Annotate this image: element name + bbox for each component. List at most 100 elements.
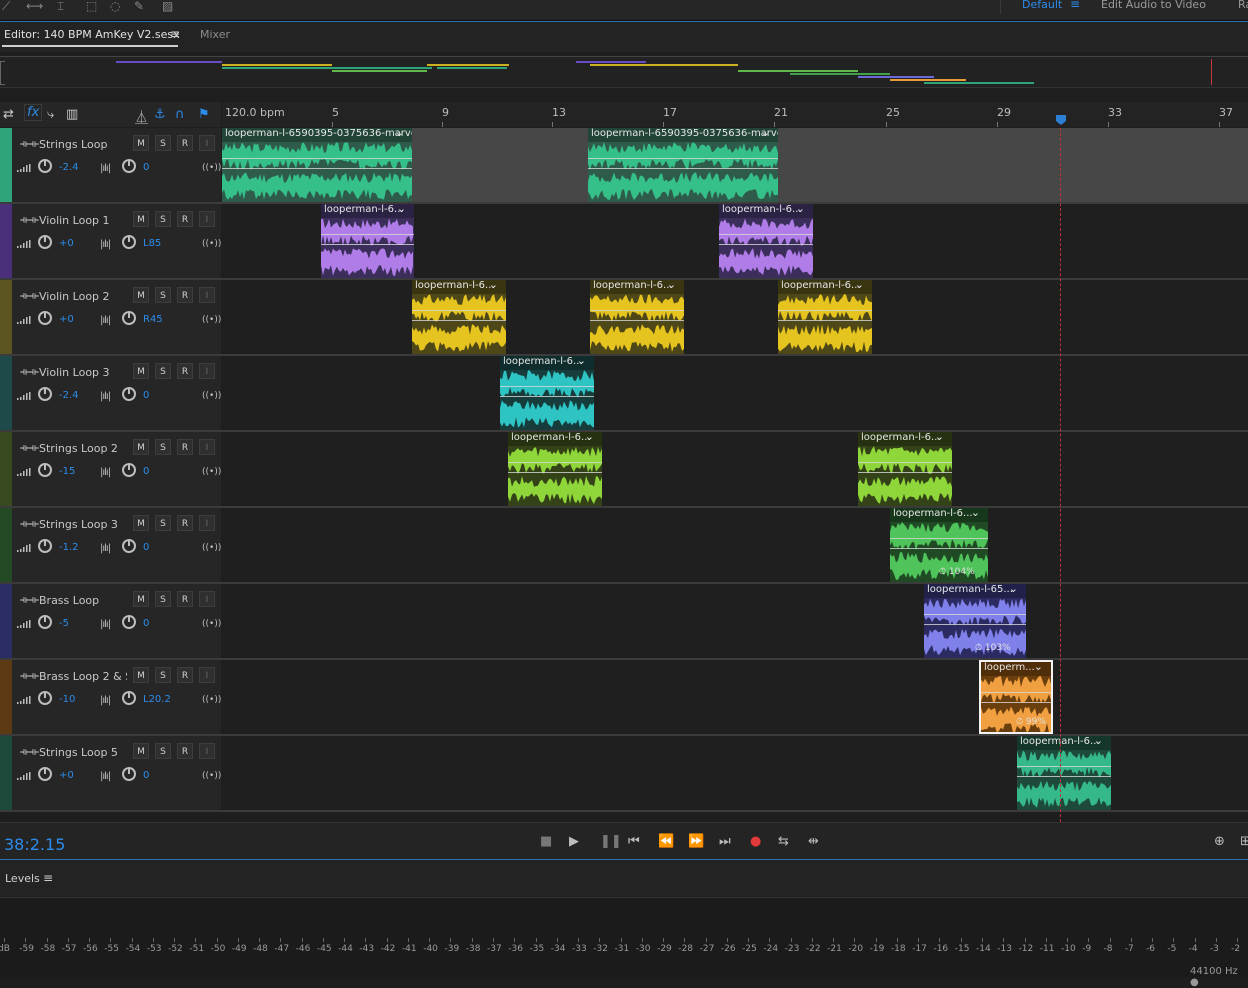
volume-envelope[interactable] [500, 386, 594, 387]
workspace-edit-audio-to-video[interactable]: Edit Audio to Video [1101, 0, 1206, 11]
pan-envelope[interactable] [508, 472, 602, 473]
workspace-radio[interactable]: Ra [1238, 0, 1248, 11]
metronome-icon[interactable]: ⏅ [135, 107, 148, 126]
play-button[interactable]: ▶ [569, 834, 579, 849]
pan-value[interactable]: L20.2 [143, 694, 171, 705]
volume-knob[interactable] [38, 539, 52, 553]
track-name[interactable]: Strings Loop 2 [39, 442, 127, 455]
clip-menu-icon[interactable]: ⌄ [585, 432, 594, 443]
volume-envelope[interactable] [981, 692, 1051, 693]
clip-menu-icon[interactable]: ⌄ [761, 128, 770, 139]
solo-button[interactable]: S [155, 667, 171, 683]
pan-value[interactable]: 0 [143, 390, 149, 401]
volume-envelope[interactable] [1017, 766, 1111, 767]
track-header[interactable]: ⟛⟛ Violin Loop 1 M S R I +0 |ılı| L85 ((… [0, 204, 221, 278]
mute-button[interactable]: M [133, 211, 149, 227]
fx-icon[interactable]: fx [24, 104, 43, 121]
pan-envelope[interactable] [412, 320, 506, 321]
record-arm-button[interactable]: R [177, 515, 193, 531]
output-routing-icon[interactable]: ((•)) [202, 695, 221, 705]
playhead-marker[interactable] [1056, 115, 1066, 125]
monitor-input-button[interactable]: I [199, 135, 215, 151]
volume-envelope[interactable] [321, 234, 414, 235]
volume-value[interactable]: +0 [59, 314, 74, 325]
clip-menu-icon[interactable]: ⌄ [395, 128, 404, 139]
volume-knob[interactable] [38, 767, 52, 781]
solo-button[interactable]: S [155, 515, 171, 531]
clip-menu-icon[interactable]: ⌄ [855, 280, 864, 291]
mute-button[interactable]: M [133, 363, 149, 379]
track-name[interactable]: Strings Loop [39, 138, 127, 151]
levels-menu-icon[interactable]: ≡ [43, 871, 53, 885]
fast-forward-button[interactable]: ⏩ [688, 834, 704, 849]
cursor-tool-icon[interactable]: ⌶ [57, 0, 73, 14]
audio-clip[interactable]: looperman-l-6590395-0375636-marve... ⌄ [588, 128, 778, 202]
volume-knob[interactable] [38, 691, 52, 705]
volume-value[interactable]: +0 [59, 770, 74, 781]
audio-clip[interactable]: looperman-l-6... ⌄ [500, 356, 594, 430]
monitor-input-button[interactable]: I [199, 211, 215, 227]
magnet-icon[interactable]: ∩ [175, 107, 185, 122]
solo-button[interactable]: S [155, 287, 171, 303]
mute-button[interactable]: M [133, 515, 149, 531]
monitor-input-button[interactable]: I [199, 667, 215, 683]
workspace-menu-icon[interactable]: ≡ [1070, 0, 1080, 11]
mute-button[interactable]: M [133, 743, 149, 759]
track-name[interactable]: Strings Loop 3 [39, 518, 127, 531]
volume-value[interactable]: -5 [59, 618, 69, 629]
solo-button[interactable]: S [155, 363, 171, 379]
output-routing-icon[interactable]: ((•)) [202, 163, 221, 173]
volume-envelope[interactable] [412, 310, 506, 311]
track-lane[interactable] [222, 280, 1248, 354]
pan-value[interactable]: R45 [143, 314, 163, 325]
clip-menu-icon[interactable]: ⌄ [1034, 662, 1043, 673]
track-header[interactable]: ⟛⟛ Strings Loop M S R I -2.4 |ılı| 0 ((•… [0, 128, 221, 202]
clip-menu-icon[interactable]: ⌄ [577, 356, 586, 367]
marquee-tool-icon[interactable]: ⬚ [86, 0, 102, 14]
record-arm-button[interactable]: R [177, 211, 193, 227]
monitor-input-button[interactable]: I [199, 743, 215, 759]
output-routing-icon[interactable]: ((•)) [202, 467, 221, 477]
pan-knob[interactable] [122, 311, 136, 325]
track-header[interactable]: ⟛⟛ Strings Loop 2 M S R I -15 |ılı| 0 ((… [0, 432, 221, 506]
audio-clip[interactable]: looperman-l-6... ⌄ [858, 432, 952, 506]
audio-clip[interactable]: looperman-l-6590395-0375636-marve... ⌄ [222, 128, 412, 202]
volume-knob[interactable] [38, 311, 52, 325]
audio-clip[interactable]: looperman-l-6... ⌄ [321, 204, 414, 278]
pan-knob[interactable] [122, 235, 136, 249]
healing-tool-icon[interactable]: ▨ [162, 0, 178, 14]
monitor-input-button[interactable]: I [199, 515, 215, 531]
track-lane[interactable] [222, 584, 1248, 658]
pan-envelope[interactable] [858, 472, 952, 473]
solo-button[interactable]: S [155, 135, 171, 151]
volume-knob[interactable] [38, 235, 52, 249]
track-header[interactable]: ⟛⟛ Strings Loop 3 M S R I -1.2 |ılı| 0 (… [0, 508, 221, 582]
record-arm-button[interactable]: R [177, 363, 193, 379]
track-header[interactable]: ⟛⟛ Brass Loop 2 & St M S R I -10 |ılı| L… [0, 660, 221, 734]
timeline-ruler[interactable]: 120.0 bpm 5 9 13 17 21 25 29 33 37 [222, 102, 1248, 127]
pan-value[interactable]: 0 [143, 162, 149, 173]
record-arm-button[interactable]: R [177, 135, 193, 151]
record-arm-button[interactable]: R [177, 287, 193, 303]
pan-envelope[interactable] [890, 548, 988, 549]
overview-zoom-handle[interactable] [0, 61, 5, 85]
mute-button[interactable]: M [133, 287, 149, 303]
tab-menu-icon[interactable]: ≡ [170, 27, 180, 41]
clip-menu-icon[interactable]: ⌄ [935, 432, 944, 443]
volume-knob[interactable] [38, 463, 52, 477]
solo-button[interactable]: S [155, 591, 171, 607]
pan-envelope[interactable] [1017, 776, 1111, 777]
swap-icon[interactable]: ⇄ [3, 107, 14, 122]
volume-envelope[interactable] [590, 310, 684, 311]
volume-knob[interactable] [38, 387, 52, 401]
track-name[interactable]: Violin Loop 1 [39, 214, 127, 227]
pan-knob[interactable] [122, 691, 136, 705]
pan-envelope[interactable] [778, 320, 872, 321]
output-routing-icon[interactable]: ((•)) [202, 315, 221, 325]
pan-value[interactable]: L85 [143, 238, 161, 249]
volume-envelope[interactable] [588, 158, 778, 159]
track-lane[interactable] [222, 356, 1248, 430]
levels-title[interactable]: Levels [5, 872, 40, 885]
pan-value[interactable]: 0 [143, 466, 149, 477]
session-overview[interactable] [0, 56, 1248, 88]
